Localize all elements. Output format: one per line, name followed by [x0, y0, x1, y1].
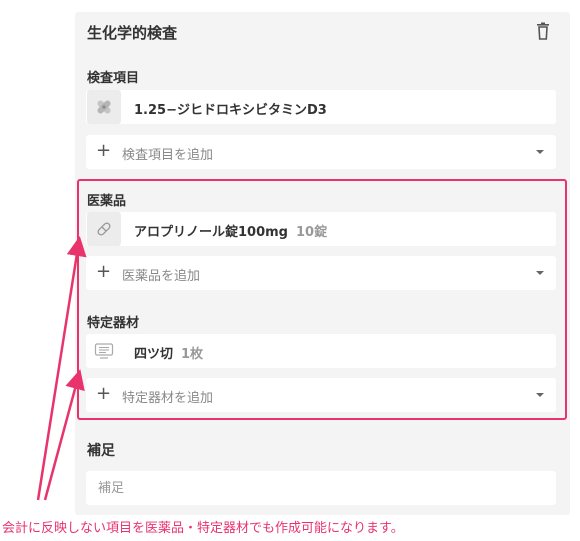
plus-icon: +	[96, 261, 112, 282]
chevron-down-icon	[536, 393, 544, 397]
add-exam-item-select[interactable]: + 検査項目を追加	[86, 135, 556, 169]
exam-items-label: 検査項目	[87, 71, 140, 86]
material-name: 四ツ切	[134, 347, 174, 362]
exam-item-name: 1.25−ジヒドロキシビタミンD3	[134, 103, 327, 118]
pill-icon	[87, 212, 121, 246]
add-material-label: 特定器材を追加	[122, 391, 214, 406]
card-title: 生化学的検査	[87, 24, 178, 42]
medicines-label: 医薬品	[87, 194, 127, 209]
plus-icon: +	[96, 140, 112, 161]
materials-label: 特定器材	[87, 316, 140, 331]
material-quantity: 1枚	[181, 347, 204, 362]
supplement-label: 補足	[87, 443, 115, 459]
annotation-caption: 会計に反映しない項目を医薬品・特定器材でも作成可能になります。	[2, 521, 404, 536]
add-exam-item-label: 検査項目を追加	[122, 148, 214, 163]
material-item-name: 四ツ切 1枚	[134, 343, 203, 362]
chevron-down-icon	[536, 271, 544, 275]
bandage-icon	[87, 90, 121, 124]
supplement-input[interactable]	[86, 471, 556, 505]
plus-icon: +	[96, 383, 112, 404]
add-medicine-label: 医薬品を追加	[122, 269, 201, 284]
chevron-down-icon	[536, 150, 544, 154]
medicine-item-row[interactable]: アロプリノール錠100mg 10錠	[86, 212, 556, 246]
exam-item-row[interactable]: 1.25−ジヒドロキシビタミンD3	[86, 90, 556, 124]
add-material-select[interactable]: + 特定器材を追加	[86, 378, 556, 412]
film-icon	[87, 334, 121, 368]
add-medicine-select[interactable]: + 医薬品を追加	[86, 256, 556, 290]
medicine-item-name: アロプリノール錠100mg 10錠	[134, 221, 327, 240]
medicine-quantity: 10錠	[296, 225, 328, 240]
trash-icon[interactable]	[534, 22, 552, 42]
medicine-name: アロプリノール錠100mg	[134, 225, 288, 240]
material-item-row[interactable]: 四ツ切 1枚	[86, 334, 556, 368]
